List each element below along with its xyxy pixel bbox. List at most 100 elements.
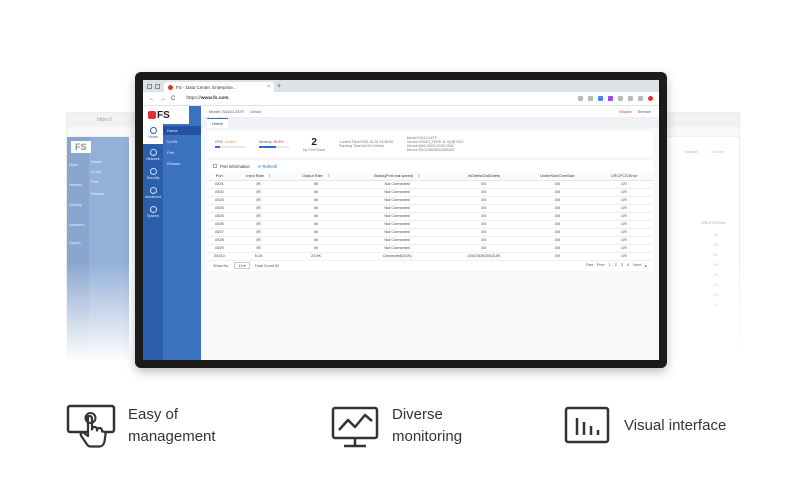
sidebar-item-label: Security (146, 176, 160, 180)
sidebar-item-network[interactable]: Network (143, 149, 163, 161)
page-4-button[interactable]: 4 (627, 263, 629, 268)
browser-tab[interactable]: FS - Data Center, Enterprise... × (164, 82, 274, 92)
port-information-card: Port Information ⟳ Refresh Port Input Rat… (207, 160, 653, 271)
extension-icon[interactable] (618, 96, 623, 101)
sidebar-item-advanced[interactable]: Advanced (143, 187, 163, 199)
extension-icon[interactable] (628, 96, 633, 101)
app-header: Model: S3410-24TF Detail Wizard Service (201, 106, 659, 118)
subnav-item-home[interactable]: Home (163, 126, 201, 135)
column-header-label: UnderSize/OverSize (540, 173, 575, 178)
up-port-label: Up Port Count (303, 147, 326, 152)
page-size-select[interactable]: 10 ▾ (234, 262, 250, 269)
table-cell: 0/0 (447, 220, 520, 229)
table-cell: Gi0/1 (207, 180, 232, 189)
sort-icon[interactable]: ⇕ (417, 174, 420, 178)
back-icon[interactable]: ← (149, 96, 155, 102)
forward-icon[interactable]: → (160, 96, 166, 102)
prev-page-button[interactable]: Prev (597, 263, 605, 268)
refresh-label: Refresh (262, 163, 278, 169)
column-header[interactable]: Output Rate ⇕ (285, 172, 347, 181)
table-cell: 23.9K (285, 252, 347, 261)
tab-close-icon[interactable]: × (267, 84, 270, 90)
sidebar-item-home[interactable]: Home (143, 124, 163, 144)
subnav-item-vlan[interactable]: VLAN (163, 137, 201, 146)
browser-tab-title: FS - Data Center, Enterprise... (176, 84, 237, 90)
last-page-icon[interactable]: ▸ (645, 263, 647, 268)
table-header-row: Port Input Rate ⇕ Output Rate ⇕ Status(Port r… (207, 172, 653, 181)
sidebar-item-label: Home (148, 135, 158, 139)
column-header[interactable]: Status(Port real speed) ⇕ (346, 172, 448, 181)
table-cell: 0/0 (595, 236, 653, 245)
extension-icon[interactable] (638, 96, 643, 101)
network-icon (149, 149, 157, 156)
first-page-button[interactable]: First (586, 263, 593, 268)
feature-label: Visual interface (624, 417, 727, 434)
column-header-label: InOctets/OutOctets (467, 173, 500, 178)
extension-icon[interactable] (598, 96, 603, 101)
table-cell: 0/0 (447, 244, 520, 253)
column-header[interactable]: UnderSize/OverSize (519, 172, 596, 181)
table-cell: 0/0 (519, 220, 596, 229)
page-1-button[interactable]: 1 (609, 263, 611, 268)
table-cell: 0/0 (447, 188, 520, 197)
subnav-item-restart[interactable]: Restart (163, 159, 201, 168)
ghost-cell: 0/0 (713, 263, 718, 267)
reload-icon[interactable]: C (171, 96, 175, 102)
column-header[interactable]: CRC/FCS Error (595, 172, 653, 181)
sort-icon[interactable]: ⇕ (327, 174, 330, 178)
touch-screen-icon (66, 404, 116, 448)
table-cell: Not Connected (346, 212, 448, 221)
extension-icon[interactable] (608, 96, 613, 101)
window-tabs-icon[interactable] (155, 83, 160, 89)
table-cell: 0K (285, 220, 347, 229)
extension-icon[interactable] (578, 96, 583, 101)
table-cell: Not Connected (346, 244, 448, 253)
table-cell: Gi0/4 (207, 204, 232, 213)
page-tabs: Home (201, 118, 659, 128)
table-cell: 0/0 (519, 244, 596, 253)
security-icon (149, 168, 157, 175)
cpu-label: CPU (215, 140, 223, 144)
window-menu-icon[interactable] (147, 83, 152, 89)
ghost-subnav-item: Restart (91, 191, 104, 196)
monitor-chart-icon (331, 406, 379, 448)
column-header[interactable]: Port (207, 172, 232, 181)
column-header[interactable]: InOctets/OutOctets (447, 172, 520, 181)
subnav-item-port[interactable]: Port (163, 148, 201, 157)
fs-logo: FS (143, 106, 189, 124)
ghost-tab-text: https:// (97, 117, 113, 123)
detail-link[interactable]: Detail (250, 109, 260, 114)
new-tab-button[interactable]: + (277, 82, 281, 92)
page-3-button[interactable]: 3 (621, 263, 623, 268)
port-info-title-text: Port Information (220, 163, 250, 169)
sort-icon[interactable]: ⇕ (268, 174, 271, 178)
next-page-button[interactable]: Next (633, 263, 641, 268)
url-field[interactable]: https://www.fs.com (186, 96, 228, 101)
column-header[interactable]: Input Rate ⇕ (231, 172, 286, 181)
table-cell: 0K (231, 180, 286, 189)
service-button[interactable]: Service (638, 109, 651, 114)
extension-icon[interactable] (588, 96, 593, 101)
cpu-meter: CPU: 14.66% (215, 140, 245, 148)
profile-avatar[interactable] (648, 96, 653, 101)
sidebar-item-security[interactable]: Security (143, 168, 163, 180)
table-cell: 0/0 (519, 196, 596, 205)
main-sidebar (143, 106, 163, 360)
system-icon (149, 206, 157, 213)
device-info-card: CPU: 14.66% Memory: 55.8% 2 Up Port Coun… (207, 131, 653, 157)
tab-home[interactable]: Home (207, 118, 228, 128)
refresh-button[interactable]: ⟳ Refresh (258, 164, 277, 169)
window-icons (147, 80, 160, 92)
table-cell: 0/0 (447, 180, 520, 189)
ghost-subnav-item: VLAN (91, 169, 102, 174)
wizard-button[interactable]: Wizard (619, 109, 631, 114)
table-cell: 0K (231, 236, 286, 245)
table-cell: 0/0 (519, 180, 596, 189)
sidebar-item-system[interactable]: System (143, 206, 163, 218)
table-cell: 0K (285, 180, 347, 189)
page-2-button[interactable]: 2 (615, 263, 617, 268)
table-cell: 0K (285, 204, 347, 213)
monitor-frame: FS - Data Center, Enterprise... × + ← → … (135, 72, 667, 368)
device-model: Model: S3410-24TF (209, 109, 245, 114)
column-header-label: Output Rate (302, 174, 323, 179)
